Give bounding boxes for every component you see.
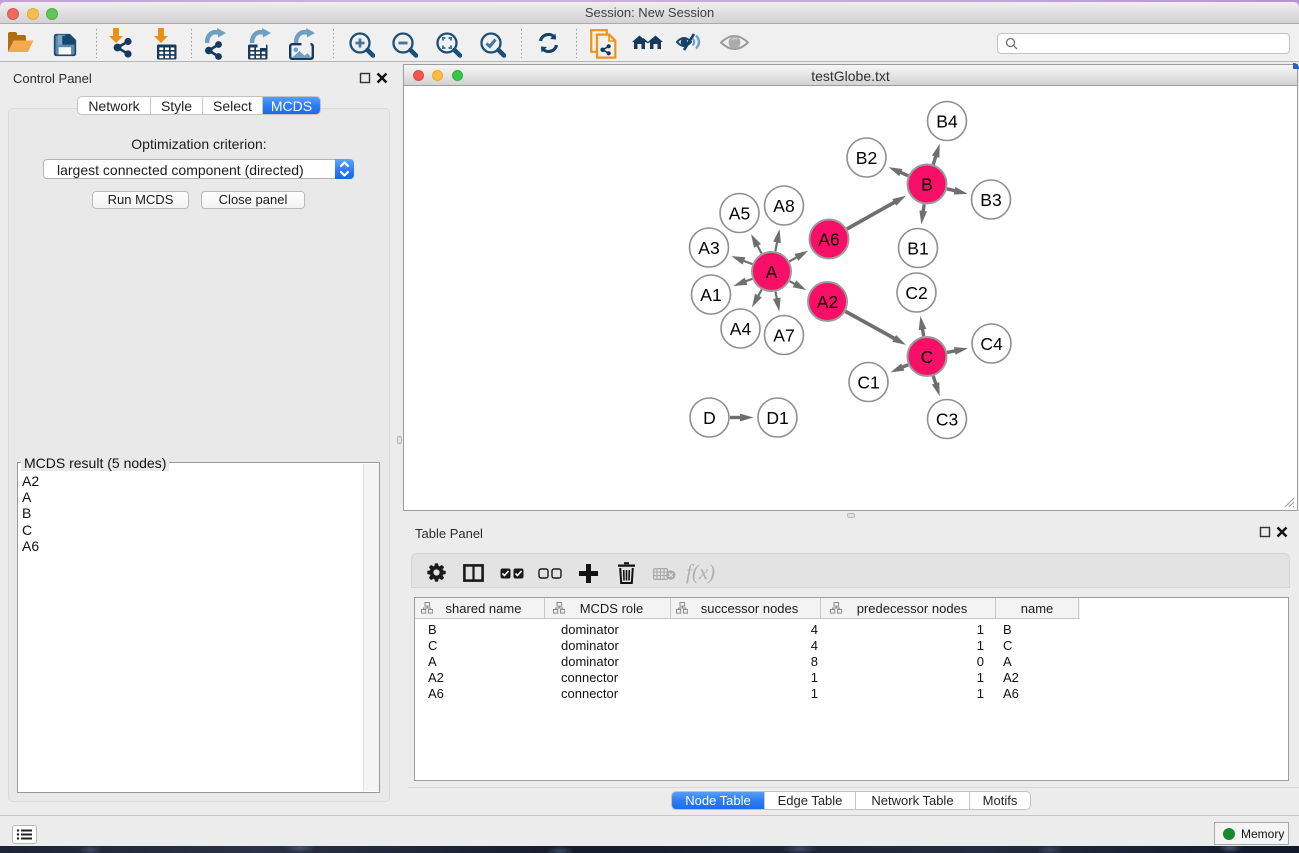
svg-text:A1: A1 (700, 285, 721, 305)
svg-text:A2: A2 (817, 292, 838, 312)
svg-text:A8: A8 (773, 196, 794, 216)
svg-text:D: D (703, 408, 716, 428)
svg-text:D1: D1 (766, 408, 788, 428)
svg-text:C2: C2 (905, 283, 927, 303)
svg-text:B4: B4 (936, 112, 958, 132)
svg-text:C4: C4 (980, 334, 1003, 354)
svg-text:C1: C1 (857, 373, 879, 393)
svg-text:C3: C3 (936, 410, 958, 430)
svg-text:A3: A3 (698, 238, 719, 258)
svg-text:A4: A4 (730, 319, 752, 339)
svg-text:B: B (921, 175, 933, 195)
svg-text:B3: B3 (980, 190, 1001, 210)
svg-text:B2: B2 (856, 148, 877, 168)
svg-text:C: C (921, 347, 934, 367)
svg-text:A5: A5 (729, 204, 750, 224)
svg-text:A: A (766, 262, 778, 282)
svg-text:A6: A6 (818, 230, 839, 250)
svg-text:B1: B1 (907, 239, 928, 259)
svg-text:A7: A7 (773, 326, 794, 346)
